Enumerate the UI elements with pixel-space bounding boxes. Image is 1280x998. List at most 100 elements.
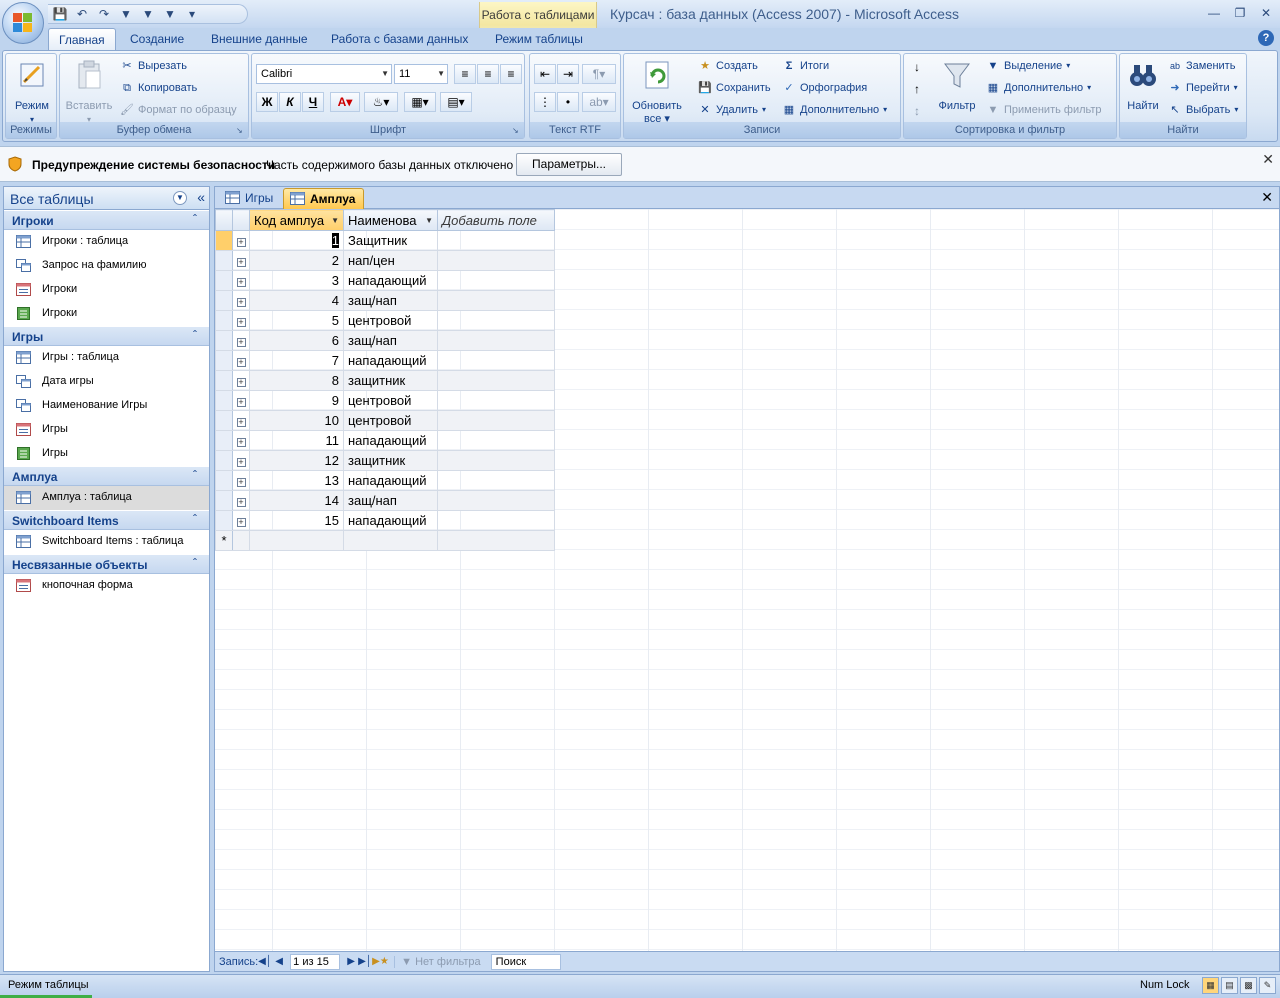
sort-ascending-button[interactable]: ↓ [908,58,926,78]
expand-plus-icon[interactable]: + [236,278,246,287]
tab-external-data[interactable]: Внешние данные [201,28,318,50]
cell-name[interactable]: нападающий [343,510,438,531]
expand-plus-icon[interactable]: + [236,298,246,307]
cut-button[interactable]: ✂ Вырезать [120,56,187,76]
column-header-name[interactable]: Наименова ▼ [343,209,438,231]
filter-status-button[interactable]: ▼ Нет фильтра [394,955,481,968]
nav-item[interactable]: Игры : таблица [4,346,209,370]
collapse-group-icon[interactable]: ˆ [193,328,197,342]
expand-plus-icon[interactable]: + [236,238,246,247]
find-button[interactable]: Найти [1122,58,1164,113]
nav-group-header[interactable]: Switchboard Items ˆ [4,510,209,530]
table-row[interactable]: +8 защитник [215,370,555,391]
save-icon[interactable]: 💾 [52,6,68,22]
cell-code[interactable]: 11 [249,430,344,451]
cell-name[interactable] [343,530,438,551]
cell-code[interactable]: 5 [249,310,344,331]
doc-tab-games[interactable]: Игры [219,188,281,209]
customize-qat-icon[interactable]: ▾ [184,6,200,22]
font-family-select[interactable]: Calibri ▼ [256,64,392,84]
cell-name[interactable]: Защитник [343,230,438,251]
expand-cell[interactable]: + [232,430,250,451]
expand-cell[interactable]: + [232,370,250,391]
expand-cell[interactable]: + [232,390,250,411]
cell-add-field[interactable] [437,250,555,271]
expand-cell[interactable]: + [232,490,250,511]
nav-item[interactable]: Игроки [4,302,209,326]
cell-code[interactable]: 2 [249,250,344,271]
record-selector[interactable] [215,490,233,511]
table-row[interactable]: +14 защ/нап [215,490,555,511]
cell-code[interactable]: 1 [249,230,344,251]
record-selector[interactable] [215,470,233,491]
tab-home[interactable]: Главная [48,28,116,50]
collapse-group-icon[interactable]: ˆ [193,468,197,482]
nav-group-header[interactable]: Несвязанные объекты ˆ [4,554,209,574]
close-icon[interactable]: ✕ [1256,4,1276,22]
nav-item[interactable]: Игроки : таблица [4,230,209,254]
record-selector[interactable] [215,310,233,331]
add-field-header[interactable]: Добавить поле [437,209,555,231]
redo-icon[interactable]: ↷ [96,6,112,22]
expand-plus-icon[interactable]: + [236,258,246,267]
cell-name[interactable]: защитник [343,370,438,391]
cell-name[interactable]: центровой [343,310,438,331]
record-selector[interactable] [215,290,233,311]
expand-plus-icon[interactable]: + [236,398,246,407]
cell-add-field[interactable] [437,330,555,351]
chevron-down-icon[interactable]: ▼ [425,216,433,225]
refresh-all-button[interactable]: Обновить все ▾ [628,58,686,126]
cell-name[interactable]: нап/цен [343,250,438,271]
cell-code[interactable]: 15 [249,510,344,531]
cell-code[interactable]: 13 [249,470,344,491]
record-selector[interactable] [215,350,233,371]
more-records-button[interactable]: ▦ Дополнительно ▾ [782,100,887,120]
cell-code[interactable] [249,530,344,551]
cell-add-field[interactable] [437,510,555,531]
table-row[interactable]: +6 защ/нап [215,330,555,351]
record-selector[interactable] [215,270,233,291]
cell-name[interactable]: защ/нап [343,490,438,511]
table-row[interactable]: +15 нападающий [215,510,555,531]
table-row[interactable]: +11 нападающий [215,430,555,451]
cell-code[interactable]: 9 [249,390,344,411]
collapse-group-icon[interactable]: ˆ [193,556,197,570]
record-selector[interactable] [215,390,233,411]
nav-group-header[interactable]: Игроки ˆ [4,210,209,230]
cell-add-field[interactable] [437,350,555,371]
save-record-button[interactable]: 💾 Сохранить [698,78,771,98]
record-selector[interactable] [215,450,233,471]
tab-create[interactable]: Создание [120,28,194,50]
table-row[interactable]: +2 нап/цен [215,250,555,271]
filter-icon[interactable]: ▼ [118,6,134,22]
expand-cell[interactable]: + [232,510,250,531]
underline-button[interactable]: Ч [302,92,324,112]
cell-code[interactable]: 14 [249,490,344,511]
align-center-button[interactable]: ≡ [477,64,499,84]
paste-button[interactable]: Вставить ▾ [64,58,114,126]
cell-add-field[interactable] [437,430,555,451]
office-button[interactable] [2,2,44,44]
format-painter-button[interactable]: 🖌 Формат по образцу [120,100,237,120]
align-right-button[interactable]: ≡ [500,64,522,84]
bullets-button[interactable]: • [557,92,579,112]
expand-cell[interactable]: + [232,230,250,251]
chevron-down-icon[interactable]: ▼ [331,216,339,225]
nav-item[interactable]: Игры [4,442,209,466]
next-record-icon[interactable]: ▶ [344,956,358,967]
expand-plus-icon[interactable]: + [236,418,246,427]
table-row[interactable]: +5 центровой [215,310,555,331]
expand-plus-icon[interactable]: + [236,438,246,447]
pivot-table-view-icon[interactable]: ▤ [1221,977,1238,994]
expand-plus-icon[interactable]: + [236,458,246,467]
tab-datasheet[interactable]: Режим таблицы [485,28,593,50]
spelling-button[interactable]: ✓ Орфография [782,78,867,98]
highlight-button[interactable]: ab▾ [582,92,616,112]
search-input[interactable]: Поиск [490,953,561,970]
expand-cell[interactable]: + [232,250,250,271]
cell-name[interactable]: защитник [343,450,438,471]
filter-toggle-icon[interactable]: ▼ [162,6,178,22]
pivot-chart-view-icon[interactable]: ▩ [1240,977,1257,994]
cell-add-field[interactable] [437,290,555,311]
expand-cell[interactable]: + [232,290,250,311]
